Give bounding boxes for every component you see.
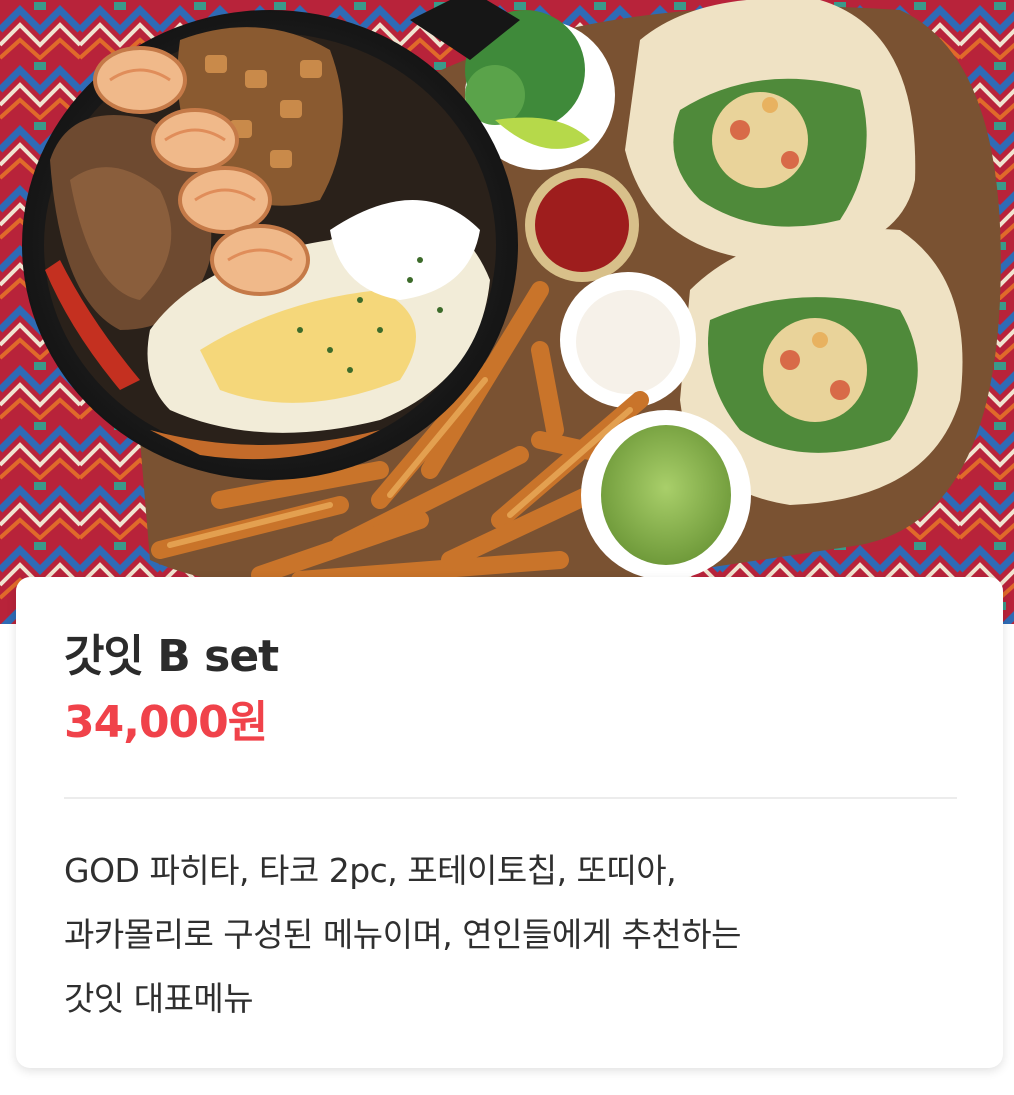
divider <box>64 797 957 799</box>
description-line: 과카몰리로 구성된 메뉴이며, 연인들에게 추천하는 <box>64 915 742 954</box>
food-photo <box>0 0 1014 624</box>
product-info-card: 갓잇 B set 34,000원 GOD 파히타, 타코 2pc, 포테이토칩,… <box>16 577 1003 1068</box>
description-line: 갓잇 대표메뉴 <box>64 979 254 1018</box>
product-name: 갓잇 B set <box>64 631 279 682</box>
product-image <box>0 0 1014 624</box>
product-detail-page: 갓잇 B set 34,000원 GOD 파히타, 타코 2pc, 포테이토칩,… <box>0 0 1014 1095</box>
description-line: GOD 파히타, 타코 2pc, 포테이토칩, 또띠아, <box>64 851 677 890</box>
product-price: 34,000원 <box>64 697 268 748</box>
product-description: GOD 파히타, 타코 2pc, 포테이토칩, 또띠아, 과카몰리로 구성된 메… <box>64 839 964 1031</box>
